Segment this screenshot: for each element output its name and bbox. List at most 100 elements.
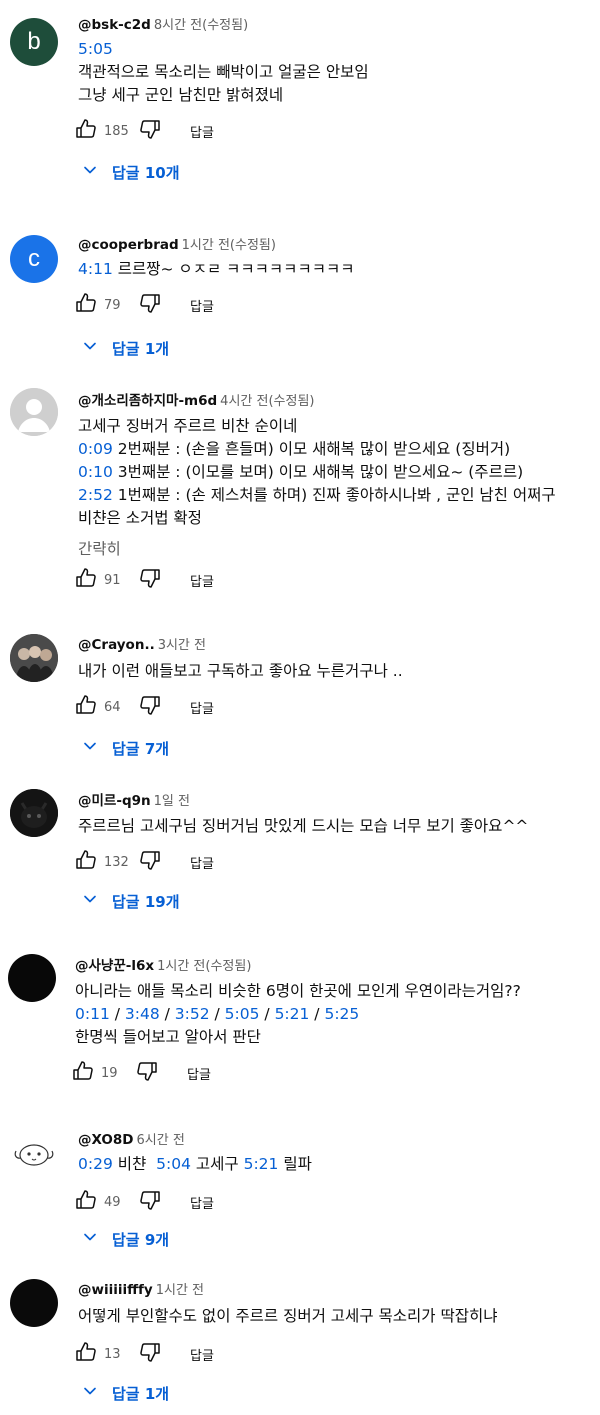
timestamp-link[interactable]: 0:11 bbox=[75, 1005, 110, 1023]
thumbs-down-icon[interactable] bbox=[138, 1188, 162, 1216]
timestamp-link[interactable]: 2:52 bbox=[78, 486, 113, 504]
thumbs-down-icon[interactable] bbox=[138, 848, 162, 876]
group-photo-avatar[interactable] bbox=[10, 634, 58, 682]
thumbs-down-icon[interactable] bbox=[138, 1340, 162, 1368]
comment-line: 그냥 세구 군인 남친만 밝혀졌네 bbox=[78, 84, 369, 107]
view-replies-button[interactable]: 답글 19개 bbox=[80, 889, 180, 913]
view-replies-button[interactable]: 답글 10개 bbox=[80, 160, 180, 184]
avatar[interactable] bbox=[8, 954, 56, 1002]
replies-count-label: 답글 19개 bbox=[112, 892, 180, 911]
timestamp-link[interactable]: 4:11 bbox=[78, 260, 113, 278]
comment-line: 아니라는 애들 목소리 비슷한 6명이 한곳에 모인게 우연이라는거임?? bbox=[75, 980, 521, 1003]
thumbs-up-icon[interactable] bbox=[74, 1188, 98, 1216]
bunny-avatar-icon[interactable] bbox=[10, 1129, 58, 1177]
view-replies-button[interactable]: 답글 7개 bbox=[80, 736, 169, 760]
comment-text-segment: 주르르님 고세구님 징버거님 맛있게 드시는 모습 너무 보기 좋아요^^ bbox=[78, 817, 529, 835]
comment-line: 2:52 1번째분 : (손 제스처를 하며) 진짜 좋아하시나봐 , 군인 남… bbox=[78, 484, 556, 507]
comment-time[interactable]: 3시간 전 bbox=[158, 638, 206, 653]
timestamp-link[interactable]: 0:10 bbox=[78, 463, 113, 481]
comment-author[interactable]: @XO8D bbox=[78, 1132, 134, 1148]
thumbs-up-icon[interactable] bbox=[74, 566, 98, 594]
reply-button[interactable]: 답글 bbox=[190, 122, 214, 141]
comment-text-segment: 3번째분 : (이모를 보며) 이모 새해복 많이 받으세요~ (주르르) bbox=[112, 463, 524, 481]
comment-header: @미르-q9n 1일 전 bbox=[78, 789, 190, 809]
thumbs-down-icon[interactable] bbox=[135, 1059, 159, 1087]
comment-text-segment: 2번째분 : (손을 흔들며) 이모 새해복 많이 받으세요 (징버거) bbox=[112, 440, 511, 458]
timestamp-link[interactable]: 0:09 bbox=[78, 440, 113, 458]
comment-text: 4:11 르르짱~ ㅇㅈㄹ ㅋㅋㅋㅋㅋㅋㅋㅋㅋ bbox=[78, 258, 354, 281]
comment-actions: 185 답글 bbox=[74, 118, 214, 144]
view-replies-button[interactable]: 답글 9개 bbox=[80, 1227, 169, 1251]
thumbs-down-icon[interactable] bbox=[138, 566, 162, 594]
chevron-down-icon bbox=[80, 1227, 112, 1251]
timestamp-link[interactable]: 3:52 bbox=[175, 1005, 210, 1023]
comment-author[interactable]: @wiiiiifffy bbox=[78, 1282, 153, 1298]
avatar[interactable]: c bbox=[10, 235, 58, 283]
thumbs-up-icon[interactable] bbox=[74, 848, 98, 876]
default-avatar-icon[interactable] bbox=[10, 388, 58, 436]
avatar[interactable] bbox=[10, 1279, 58, 1327]
comment-text-segment: 한명씩 들어보고 알아서 판단 bbox=[75, 1028, 261, 1046]
thumbs-up-icon[interactable] bbox=[74, 693, 98, 721]
chevron-down-icon bbox=[80, 160, 112, 184]
avatar[interactable]: b bbox=[10, 18, 58, 66]
thumbs-up-icon[interactable] bbox=[74, 1340, 98, 1368]
comment-line: 0:09 2번째분 : (손을 흔들며) 이모 새해복 많이 받으세요 (징버거… bbox=[78, 438, 556, 461]
timestamp-link[interactable]: 3:48 bbox=[125, 1005, 160, 1023]
reply-button[interactable]: 답글 bbox=[190, 698, 214, 717]
reply-button[interactable]: 답글 bbox=[190, 1193, 214, 1212]
timestamp-link[interactable]: 0:29 bbox=[78, 1155, 113, 1173]
avatar-letter: c bbox=[28, 245, 40, 272]
timestamp-link[interactable]: 5:04 bbox=[156, 1155, 191, 1173]
view-replies-button[interactable]: 답글 1개 bbox=[80, 336, 169, 360]
comment-author[interactable]: @미르-q9n bbox=[78, 793, 151, 809]
timestamp-link[interactable]: 5:21 bbox=[275, 1005, 310, 1023]
replies-count-label: 답글 1개 bbox=[112, 339, 170, 358]
show-less-button[interactable]: 간략히 bbox=[78, 538, 556, 561]
comment-line: 비챤은 소거법 확정 bbox=[78, 507, 556, 530]
chevron-down-icon bbox=[80, 736, 112, 760]
comment-text: 내가 이런 애들보고 구독하고 좋아요 누른거구나 .. bbox=[78, 660, 403, 683]
view-replies-button[interactable]: 답글 1개 bbox=[80, 1381, 169, 1405]
comment-text-segment: 내가 이런 애들보고 구독하고 좋아요 누른거구나 .. bbox=[78, 662, 403, 680]
like-count: 13 bbox=[104, 1346, 121, 1362]
reply-button[interactable]: 답글 bbox=[190, 571, 214, 590]
reply-button[interactable]: 답글 bbox=[187, 1064, 211, 1083]
comment-author[interactable]: @bsk-c2d bbox=[78, 17, 151, 33]
comment-time[interactable]: 1시간 전(수정됨) bbox=[157, 959, 251, 974]
comment-time[interactable]: 1시간 전(수정됨) bbox=[182, 238, 276, 253]
comment-header: @wiiiiifffy 1시간 전 bbox=[78, 1279, 204, 1298]
timestamp-link[interactable]: 5:05 bbox=[78, 40, 113, 58]
thumbs-down-icon[interactable] bbox=[138, 117, 162, 145]
comment-text-segment: / bbox=[259, 1005, 275, 1023]
comment-time[interactable]: 4시간 전(수정됨) bbox=[220, 394, 314, 409]
timestamp-link[interactable]: 5:25 bbox=[324, 1005, 359, 1023]
thumbs-down-icon[interactable] bbox=[138, 291, 162, 319]
thumbs-up-icon[interactable] bbox=[71, 1059, 95, 1087]
comment-time[interactable]: 1일 전 bbox=[154, 794, 190, 809]
comment-line: 0:11 / 3:48 / 3:52 / 5:05 / 5:21 / 5:25 bbox=[75, 1003, 521, 1026]
cat-photo-avatar[interactable] bbox=[10, 789, 58, 837]
comment-actions: 49 답글 bbox=[74, 1189, 214, 1215]
comment-text-segment: 1번째분 : (손 제스처를 하며) 진짜 좋아하시나봐 , 군인 남친 어쩌구 bbox=[112, 486, 556, 504]
comment-author[interactable]: @cooperbrad bbox=[78, 237, 179, 253]
thumbs-down-icon[interactable] bbox=[138, 693, 162, 721]
replies-count-label: 답글 9개 bbox=[112, 1230, 170, 1249]
timestamp-link[interactable]: 5:05 bbox=[225, 1005, 260, 1023]
thumbs-up-icon[interactable] bbox=[74, 117, 98, 145]
comment-header: @bsk-c2d 8시간 전(수정됨) bbox=[78, 14, 248, 33]
comment-author[interactable]: @개소리좀하지마-m6d bbox=[78, 393, 217, 409]
reply-button[interactable]: 답글 bbox=[190, 853, 214, 872]
comment-time[interactable]: 1시간 전 bbox=[156, 1283, 204, 1298]
reply-button[interactable]: 답글 bbox=[190, 1345, 214, 1364]
comment-header: @Crayon.. 3시간 전 bbox=[78, 634, 206, 653]
reply-button[interactable]: 답글 bbox=[190, 296, 214, 315]
comment-author[interactable]: @Crayon.. bbox=[78, 637, 155, 653]
comment-text-segment: 객관적으로 목소리는 빼박이고 얼굴은 안보임 bbox=[78, 63, 369, 81]
comment-time[interactable]: 8시간 전(수정됨) bbox=[154, 18, 248, 33]
comment-author[interactable]: @사냥꾼-l6x bbox=[75, 958, 154, 974]
timestamp-link[interactable]: 5:21 bbox=[244, 1155, 279, 1173]
replies-count-label: 답글 10개 bbox=[112, 163, 180, 182]
comment-time[interactable]: 6시간 전 bbox=[137, 1133, 185, 1148]
thumbs-up-icon[interactable] bbox=[74, 291, 98, 319]
